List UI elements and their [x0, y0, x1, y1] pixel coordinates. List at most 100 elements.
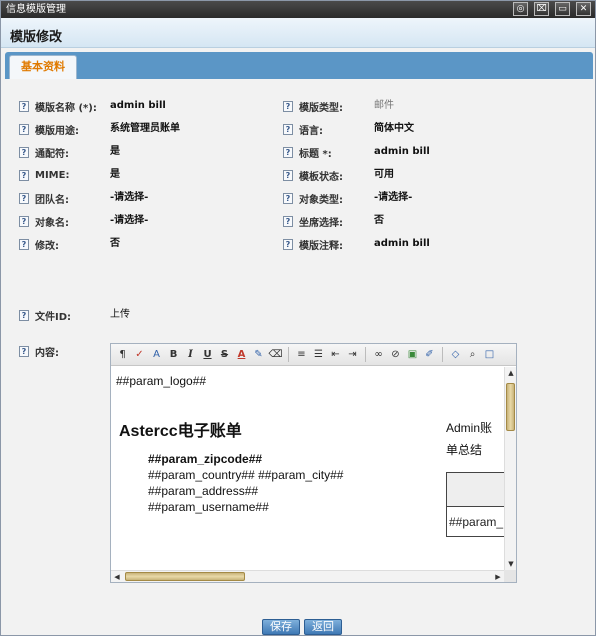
field-value: admin bill	[374, 146, 430, 157]
source-code-icon[interactable]: ◇	[448, 347, 463, 362]
toolbar-separator	[365, 347, 366, 362]
help-icon[interactable]: ?	[19, 123, 29, 135]
field-label: 团队名:	[35, 194, 69, 206]
field-value: 是	[110, 169, 120, 180]
horizontal-scrollbar[interactable]: ◀ ▶	[111, 570, 504, 582]
field-label: 标题 *:	[299, 148, 332, 160]
help-icon[interactable]: ?	[283, 238, 293, 250]
horizontal-scroll-thumb[interactable]	[125, 572, 245, 581]
field-object-type: ? 对象类型: -请选择-	[283, 191, 583, 206]
field-label: 模板状态:	[299, 171, 343, 183]
edit-icon[interactable]: ✐	[422, 347, 437, 362]
window-controls: ◎ ⌧ ▭ ✕	[513, 2, 591, 16]
restore-icon[interactable]: ◎	[513, 2, 528, 16]
window-title: 信息模版管理	[6, 4, 66, 15]
field-value: 否	[110, 238, 120, 249]
action-buttons: 保存 返回	[262, 619, 342, 635]
help-icon[interactable]: ?	[283, 215, 293, 227]
minimize-icon[interactable]: ▭	[555, 2, 570, 16]
field-team-name: ? 团队名: -请选择-	[19, 191, 269, 206]
field-value: 否	[374, 215, 384, 226]
align-left-icon[interactable]: ≡	[294, 347, 309, 362]
scroll-up-icon[interactable]: ▲	[505, 367, 517, 379]
help-icon[interactable]: ?	[283, 100, 293, 112]
field-value: 是	[110, 146, 120, 157]
field-value: admin bill	[110, 100, 166, 111]
field-template-name: ? 模版名称 (*): admin bill	[19, 99, 269, 114]
field-label: 语言:	[299, 125, 323, 137]
help-icon[interactable]: ?	[19, 100, 29, 112]
scroll-right-icon[interactable]: ▶	[492, 571, 504, 583]
tab-basic-info[interactable]: 基本资料	[9, 55, 77, 79]
help-icon[interactable]: ?	[19, 192, 29, 204]
field-value: 系统管理员账单	[110, 123, 180, 134]
spellcheck-icon[interactable]: ✓	[132, 347, 147, 362]
help-icon[interactable]: ?	[19, 309, 29, 321]
unlink-icon[interactable]: ⊘	[388, 347, 403, 362]
save-button[interactable]: 保存	[262, 619, 300, 635]
font-style-icon[interactable]: A	[149, 347, 164, 362]
summary-table: ##param_	[446, 472, 504, 537]
template-edit-window: 信息模版管理 ◎ ⌧ ▭ ✕ 模版修改 基本资料 ? 模版名称 (*): adm…	[0, 0, 596, 636]
toolbar-separator	[288, 347, 289, 362]
outdent-icon[interactable]: ⇤	[328, 347, 343, 362]
field-value: 简体中文	[374, 123, 414, 134]
help-icon[interactable]: ?	[19, 238, 29, 250]
scroll-left-icon[interactable]: ◀	[111, 571, 123, 583]
image-icon[interactable]: ▣	[405, 347, 420, 362]
help-icon[interactable]: ?	[19, 215, 29, 227]
link-icon[interactable]: ∞	[371, 347, 386, 362]
field-value: -请选择-	[374, 192, 413, 203]
font-color-icon[interactable]: A	[234, 347, 249, 362]
logo-placeholder: ##param_logo##	[116, 374, 207, 388]
zipcode-placeholder: ##param_zipcode##	[148, 452, 263, 466]
bold-icon[interactable]: B	[166, 347, 181, 362]
field-label: MIME:	[35, 169, 70, 181]
field-label: 模版类型:	[299, 102, 343, 114]
preview-icon[interactable]: ⌕	[465, 347, 480, 362]
field-wildcard: ? 通配符: 是	[19, 145, 269, 160]
field-label: 内容:	[35, 347, 59, 359]
field-template-status: ? 模板状态: 可用	[283, 168, 583, 183]
field-agent-select: ? 坐席选择: 否	[283, 214, 583, 229]
tab-bar: 基本资料	[5, 52, 593, 79]
editor-content-area[interactable]: ##param_logo## Astercc电子账单 ##param_zipco…	[111, 367, 504, 570]
field-file-id: ? 文件ID: 上传	[19, 308, 269, 323]
help-icon[interactable]: ?	[283, 146, 293, 158]
help-icon[interactable]: ?	[19, 169, 29, 181]
country-city-placeholder: ##param_country## ##param_city##	[148, 468, 344, 482]
bill-title: Astercc电子账单	[119, 423, 242, 440]
field-label: 文件ID:	[35, 311, 72, 323]
field-object-name: ? 对象名: -请选择-	[19, 214, 269, 229]
help-icon[interactable]: ?	[283, 192, 293, 204]
scroll-down-icon[interactable]: ▼	[505, 558, 517, 570]
page-header: 模版修改	[1, 18, 595, 48]
maximize-icon[interactable]: ⌧	[534, 2, 549, 16]
rich-text-editor: ¶ ✓ A B I U S A ✎ ⌫ ≡ ☰ ⇤ ⇥ ∞ ⊘ ▣ ✐ ◇ ⌕ …	[110, 343, 517, 583]
table-row	[447, 473, 504, 507]
back-button[interactable]: 返回	[304, 619, 342, 635]
upload-link[interactable]: 上传	[110, 308, 130, 322]
format-paragraph-icon[interactable]: ¶	[115, 347, 130, 362]
field-label: 对象类型:	[299, 194, 343, 206]
highlight-icon[interactable]: ✎	[251, 347, 266, 362]
help-icon[interactable]: ?	[19, 345, 29, 357]
toolbar-separator	[442, 347, 443, 362]
help-icon[interactable]: ?	[283, 169, 293, 181]
vertical-scroll-thumb[interactable]	[506, 383, 515, 431]
bullet-list-icon[interactable]: ☰	[311, 347, 326, 362]
help-icon[interactable]: ?	[19, 146, 29, 158]
field-label: 模版注释:	[299, 240, 343, 252]
eraser-icon[interactable]: ⌫	[268, 347, 283, 362]
indent-icon[interactable]: ⇥	[345, 347, 360, 362]
field-template-type: ? 模版类型: 邮件	[283, 99, 583, 114]
field-value: 可用	[374, 169, 394, 180]
strikethrough-icon[interactable]: S	[217, 347, 232, 362]
help-icon[interactable]: ?	[283, 123, 293, 135]
close-icon[interactable]: ✕	[576, 2, 591, 16]
field-label: 模版名称 (*):	[35, 102, 97, 114]
italic-icon[interactable]: I	[183, 347, 198, 362]
underline-icon[interactable]: U	[200, 347, 215, 362]
fullscreen-icon[interactable]: □	[482, 347, 497, 362]
vertical-scrollbar[interactable]: ▲ ▼	[504, 367, 516, 570]
